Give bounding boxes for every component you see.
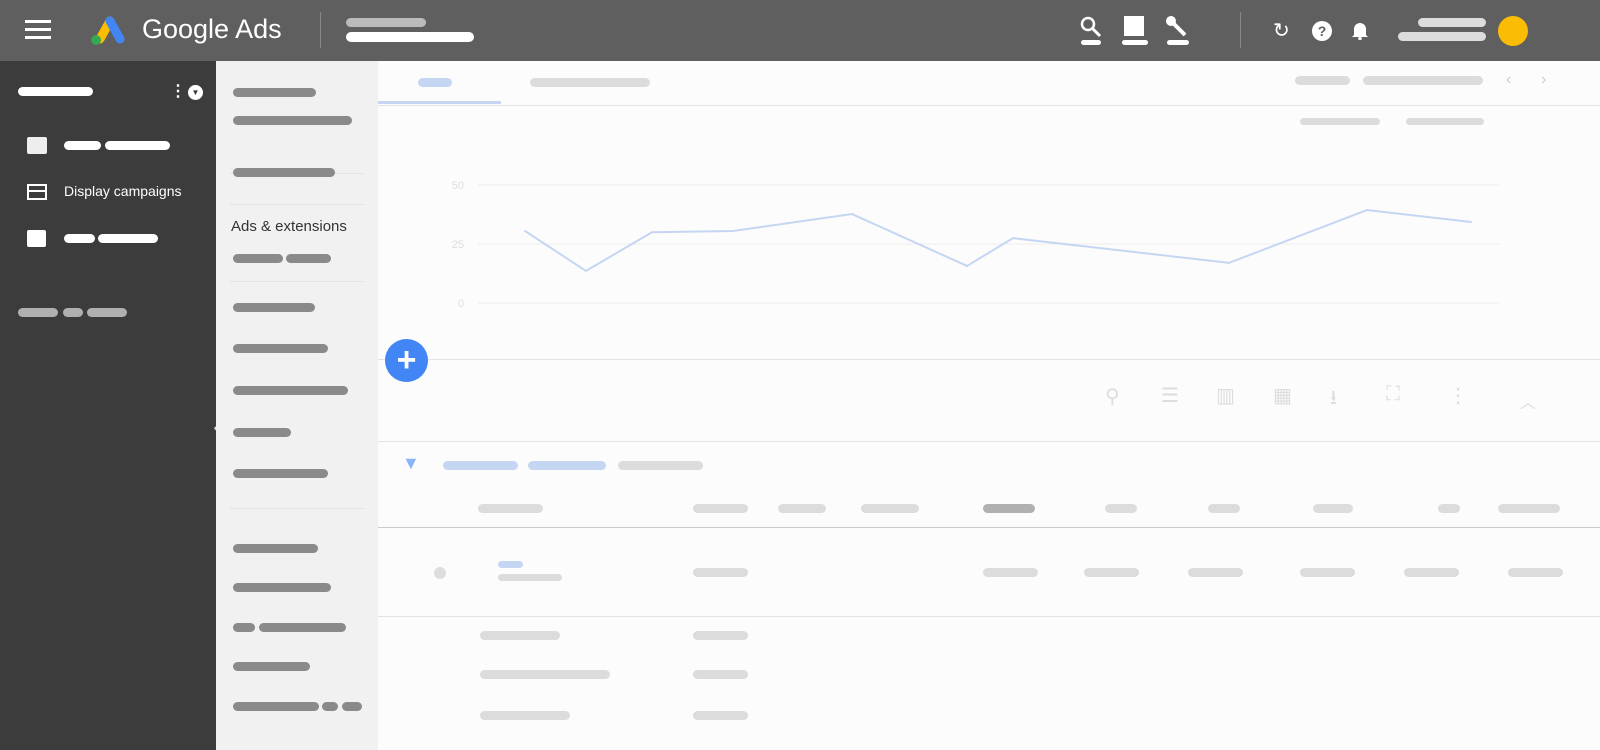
download-icon[interactable]: ⭳ bbox=[1330, 383, 1337, 417]
fullscreen-icon[interactable]: ⛶ bbox=[1386, 383, 1400, 406]
data-point bbox=[524, 230, 526, 233]
table-row[interactable] bbox=[480, 631, 560, 640]
data-point bbox=[732, 230, 734, 233]
account-name[interactable] bbox=[18, 87, 93, 96]
google-ads-logo-icon bbox=[91, 16, 125, 45]
search-icon[interactable]: ⚲ bbox=[1105, 384, 1120, 409]
date-range[interactable] bbox=[1295, 76, 1350, 85]
main-content: ‹ › 50 25 0 + ⚲ ☰ ▥ ▦ ⭳ ⛶ ⋮ ︿ ▼ bbox=[378, 61, 1600, 750]
sidebar: ⋮ ▼ Display campaigns ‹ bbox=[0, 61, 228, 750]
search-icon[interactable] bbox=[1080, 16, 1102, 38]
reports-icon[interactable]: ▦ bbox=[1273, 383, 1292, 408]
series-line bbox=[524, 208, 1472, 273]
metric-select-1[interactable] bbox=[1300, 118, 1380, 125]
tab-overview[interactable] bbox=[418, 78, 452, 87]
app-name: Google Ads bbox=[142, 14, 282, 44]
top-bar: Google Ads ↻ ? bbox=[0, 0, 1600, 61]
table-row[interactable] bbox=[480, 711, 570, 720]
section-heading-ads-extensions[interactable]: Ads & extensions bbox=[231, 218, 347, 235]
table-row[interactable] bbox=[480, 670, 610, 679]
performance-chart: 50 25 0 bbox=[452, 180, 1500, 310]
data-point bbox=[1470, 221, 1472, 224]
columns-icon[interactable]: ▥ bbox=[1216, 383, 1235, 408]
page-menu: Ads & extensions bbox=[216, 61, 378, 750]
filter-icon[interactable]: ▼ bbox=[402, 453, 420, 474]
data-point bbox=[966, 264, 968, 267]
chevron-down-icon[interactable]: ▼ bbox=[188, 85, 203, 100]
tools-icon[interactable] bbox=[1165, 15, 1189, 39]
breadcrumb-current[interactable] bbox=[346, 32, 474, 42]
account-avatar[interactable] bbox=[1498, 16, 1528, 46]
y-tick-label: 25 bbox=[452, 239, 464, 251]
search-campaign-icon bbox=[27, 137, 47, 154]
next-icon[interactable]: › bbox=[1541, 71, 1546, 89]
breadcrumb-parent[interactable] bbox=[346, 18, 426, 27]
data-point bbox=[1366, 209, 1368, 212]
more-vert-icon[interactable]: ⋮ bbox=[1448, 383, 1468, 408]
data-point bbox=[851, 213, 853, 216]
display-icon bbox=[27, 184, 47, 200]
notifications-icon[interactable] bbox=[1351, 20, 1369, 40]
table-header bbox=[478, 504, 543, 513]
collapse-icon[interactable]: ︿ bbox=[1520, 389, 1536, 413]
y-tick-label: 50 bbox=[452, 180, 464, 192]
more-vert-icon[interactable]: ⋮ bbox=[170, 81, 186, 101]
tab-secondary[interactable] bbox=[530, 78, 650, 87]
y-tick-label: 0 bbox=[458, 298, 464, 310]
sidebar-item-label: Display campaigns bbox=[64, 183, 182, 199]
data-point bbox=[1228, 261, 1230, 264]
prev-icon[interactable]: ‹ bbox=[1506, 71, 1511, 89]
help-icon[interactable]: ? bbox=[1312, 21, 1332, 41]
metric-select-2[interactable] bbox=[1406, 118, 1484, 125]
data-point bbox=[585, 269, 587, 272]
filter-list-icon[interactable]: ☰ bbox=[1161, 383, 1179, 408]
tag-icon bbox=[27, 230, 46, 247]
add-button[interactable]: + bbox=[385, 339, 428, 382]
filter-chip[interactable] bbox=[443, 461, 518, 470]
reports-icon[interactable] bbox=[1124, 16, 1144, 36]
menu-icon[interactable] bbox=[25, 20, 51, 40]
refresh-icon[interactable]: ↻ bbox=[1273, 18, 1290, 43]
data-point bbox=[651, 231, 653, 234]
data-point bbox=[1012, 237, 1014, 240]
